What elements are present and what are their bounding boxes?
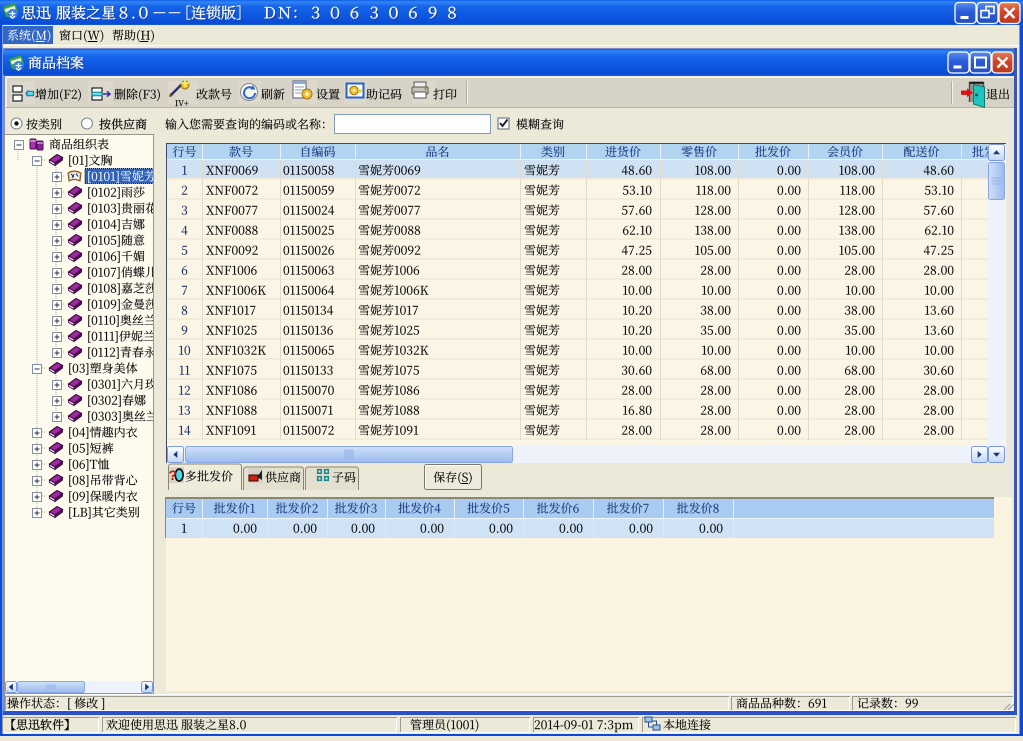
- svg-text:?: ?: [169, 467, 178, 483]
